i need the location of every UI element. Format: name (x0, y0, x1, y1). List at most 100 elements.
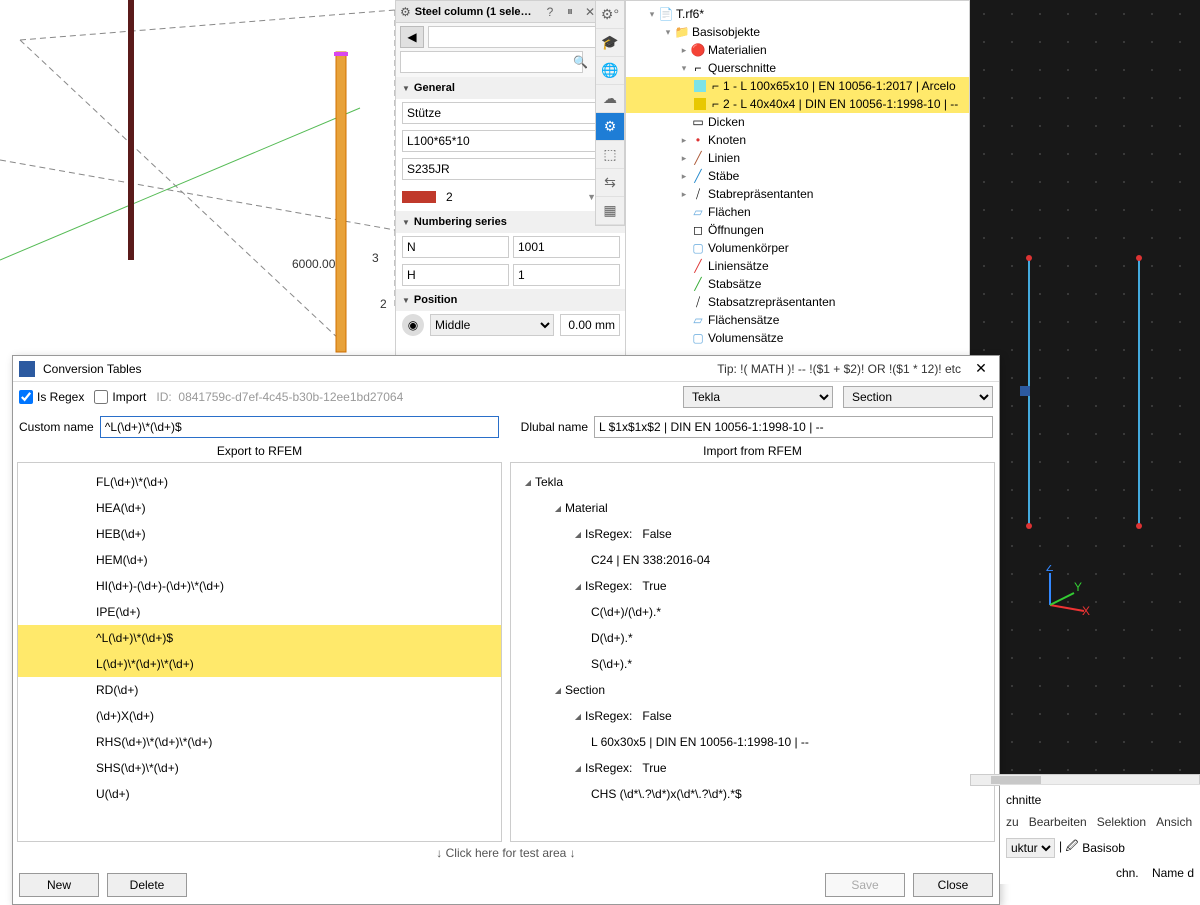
category-select[interactable]: Section (843, 386, 993, 408)
position-mode-select[interactable]: Middle (430, 314, 554, 336)
frag-zu[interactable]: zu (1006, 815, 1019, 829)
name-field[interactable] (402, 102, 620, 124)
numbering-header[interactable]: Numbering series (396, 211, 626, 233)
lineset-icon: ╱ (690, 258, 706, 274)
profile-field[interactable] (402, 130, 596, 152)
tree-flaechensaetze[interactable]: Flächensätze (708, 313, 779, 327)
num-prefix-1[interactable]: N (402, 236, 509, 258)
line-icon: ╱ (690, 150, 706, 166)
isregex-checkbox[interactable]: Is Regex (19, 390, 84, 404)
export-item[interactable]: HEM(\d+) (18, 547, 501, 573)
tree-flaechen[interactable]: Flächen (708, 205, 751, 219)
vs-share-icon[interactable]: ⇆ (596, 169, 624, 197)
dlubal-name-label: Dlubal name (521, 420, 588, 434)
tree-stabsaetze[interactable]: Stabsätze (708, 277, 761, 291)
position-header[interactable]: Position (396, 289, 626, 311)
frag-schnitte: chnitte (1006, 789, 1194, 811)
vs-grad-icon[interactable]: 🎓 (596, 29, 624, 57)
export-item[interactable]: IPE(\d+) (18, 599, 501, 625)
tree-volumensaetze[interactable]: Volumensätze (708, 331, 783, 345)
back-button[interactable]: ◀ (400, 26, 424, 48)
num-start-2[interactable]: 1 (513, 264, 620, 286)
export-item[interactable]: SHS(\d+)\*(\d+) (18, 755, 501, 781)
imp-s[interactable]: S(\d+).* (591, 657, 632, 671)
num-prefix-2[interactable]: H (402, 264, 509, 286)
imp-c[interactable]: C(\d+)/(\d+).* (591, 605, 661, 619)
tree-materialien[interactable]: Materialien (708, 43, 767, 57)
vs-gear-icon[interactable]: ⚙ (596, 113, 624, 141)
tree-stabsatzrepr[interactable]: Stabsatzrepräsentanten (708, 295, 835, 309)
general-header[interactable]: General (396, 77, 626, 99)
frag-bearbeiten[interactable]: Bearbeiten (1029, 815, 1087, 829)
svg-text:3: 3 (372, 251, 379, 265)
imp-d[interactable]: D(\d+).* (591, 631, 633, 645)
memberrep-icon: ⧸ (690, 186, 706, 202)
imp-material[interactable]: Material (565, 501, 608, 515)
export-item[interactable]: RD(\d+) (18, 677, 501, 703)
imp-l60[interactable]: L 60x30x5 | DIN EN 10056-1:1998-10 | -- (591, 735, 809, 749)
export-item[interactable]: U(\d+) (18, 781, 501, 807)
vs-cloud-icon[interactable]: ☁ (596, 85, 624, 113)
frag-ansich[interactable]: Ansich (1156, 815, 1192, 829)
export-item[interactable]: (\d+)X(\d+) (18, 703, 501, 729)
export-item[interactable]: RHS(\d+)\*(\d+)\*(\d+) (18, 729, 501, 755)
import-root[interactable]: Tekla (535, 475, 563, 489)
export-item[interactable]: HEA(\d+) (18, 495, 501, 521)
tree-volumen[interactable]: Volumenkörper (708, 241, 789, 255)
history-dropdown[interactable] (428, 26, 596, 48)
imp-section[interactable]: Section (565, 683, 605, 697)
tree-querschnitte[interactable]: Querschnitte (708, 61, 776, 75)
tree-staebe[interactable]: Stäbe (708, 169, 739, 183)
test-area-hint[interactable]: ↓ Click here for test area ↓ (13, 842, 999, 866)
panel-title: Steel column (1 sele… (415, 6, 538, 18)
imp-c24[interactable]: C24 | EN 338:2016-04 (591, 553, 710, 567)
tree-oeffnungen[interactable]: Öffnungen (708, 223, 764, 237)
material-field[interactable] (402, 158, 596, 180)
new-button[interactable]: New (19, 873, 99, 897)
tree-root[interactable]: T.rf6* (676, 7, 704, 21)
tree-basisobjekte[interactable]: Basisobjekte (692, 25, 760, 39)
imp-isregex-2: IsRegex: (585, 579, 632, 593)
tree-liniensaetze[interactable]: Liniensätze (708, 259, 769, 273)
delete-button[interactable]: Delete (107, 873, 187, 897)
frag-basisob[interactable]: Basisob (1082, 841, 1125, 855)
help-icon[interactable]: ? (542, 4, 558, 20)
frag-struktur-select[interactable]: uktur (1006, 838, 1055, 858)
vs-globe-icon[interactable]: 🌐 (596, 57, 624, 85)
dlubal-name-input[interactable] (594, 416, 993, 438)
position-offset[interactable]: 0.00 mm (560, 314, 620, 336)
search-input[interactable] (400, 51, 583, 73)
frag-selektion[interactable]: Selektion (1097, 815, 1146, 829)
navigator-tree[interactable]: ▾📄T.rf6* ▾📁Basisobjekte ▸🔴Materialien ▾⌐… (625, 0, 970, 360)
tree-linien[interactable]: Linien (708, 151, 740, 165)
imp-chs[interactable]: CHS (\d*\.?\d*)x(\d*\.?\d*).*$ (591, 787, 742, 801)
num-start-1[interactable]: 1001 (513, 236, 620, 258)
vs-grid-icon[interactable]: ▦ (596, 197, 624, 225)
color-swatch[interactable] (402, 191, 436, 203)
import-checkbox[interactable]: Import (94, 390, 146, 404)
tree-dicken[interactable]: Dicken (708, 115, 745, 129)
tree-section-2[interactable]: 2 - L 40x40x4 | DIN EN 10056-1:1998-10 |… (723, 97, 958, 111)
export-item[interactable]: HI(\d+)-(\d+)-(\d+)\*(\d+) (18, 573, 501, 599)
folder-icon: 📁 (674, 24, 690, 40)
tree-knoten[interactable]: Knoten (708, 133, 746, 147)
svg-text:X: X (1082, 604, 1090, 615)
custom-name-input[interactable] (100, 416, 499, 438)
export-item[interactable]: HEB(\d+) (18, 521, 501, 547)
vs-cube-icon[interactable]: ⬚ (596, 141, 624, 169)
pin-icon[interactable]: ⏸ (562, 4, 578, 20)
dialog-close-button[interactable]: ✕ (969, 360, 993, 377)
close-button[interactable]: Close (913, 873, 993, 897)
wireframe-viewport: 6000.00 3 2 (0, 0, 395, 360)
export-item[interactable]: L(\d+)\*(\d+)\*(\d+) (18, 651, 501, 677)
export-list[interactable]: FL(\d+)\*(\d+)HEA(\d+)HEB(\d+)HEM(\d+)HI… (17, 462, 502, 842)
imp-isregex-1: IsRegex: (585, 527, 632, 541)
tree-section-1[interactable]: 1 - L 100x65x10 | EN 10056-1:2017 | Arce… (723, 79, 956, 93)
software-select[interactable]: Tekla (683, 386, 833, 408)
import-tree[interactable]: ◢Tekla ◢Material ◢IsRegex: False C24 | E… (510, 462, 995, 842)
export-item[interactable]: FL(\d+)\*(\d+) (18, 469, 501, 495)
vs-settings-icon[interactable]: ⚙° (596, 1, 624, 29)
sections-icon: ⌐ (690, 60, 706, 76)
tree-stabrepr[interactable]: Stabrepräsentanten (708, 187, 813, 201)
export-item[interactable]: ^L(\d+)\*(\d+)$ (18, 625, 501, 651)
